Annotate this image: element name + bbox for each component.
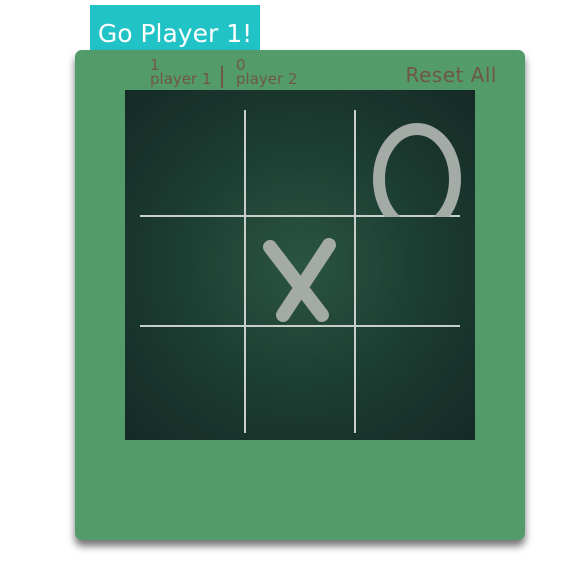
board-cell-7[interactable] [135, 327, 245, 437]
score-divider [221, 66, 223, 88]
x-mark [263, 238, 336, 322]
reset-all-button[interactable]: Reset All [405, 63, 497, 87]
cell-mark [135, 327, 245, 437]
cell-mark [245, 107, 355, 217]
o-mark [373, 123, 461, 217]
game-board [125, 90, 475, 440]
board-cell-4[interactable] [135, 217, 245, 327]
board-cell-1[interactable] [135, 107, 245, 217]
player2-label: player 2 [236, 70, 298, 88]
game-frame: 1 player 1 0 player 2 Reset All [75, 50, 525, 540]
board-cell-8[interactable] [245, 327, 355, 437]
cell-mark [355, 327, 465, 437]
board-cell-5[interactable] [245, 217, 355, 327]
player1-score: 1 player 1 [150, 58, 212, 88]
board-cell-3[interactable] [355, 107, 465, 217]
cell-mark [245, 217, 355, 327]
player2-score: 0 player 2 [236, 58, 298, 88]
cell-mark [355, 217, 465, 327]
cell-mark [135, 107, 245, 217]
cell-mark [135, 217, 245, 327]
board-cell-2[interactable] [245, 107, 355, 217]
cell-mark [355, 107, 465, 217]
cell-mark [245, 327, 355, 437]
board-cell-6[interactable] [355, 217, 465, 327]
board-cell-9[interactable] [355, 327, 465, 437]
player1-label: player 1 [150, 70, 212, 88]
